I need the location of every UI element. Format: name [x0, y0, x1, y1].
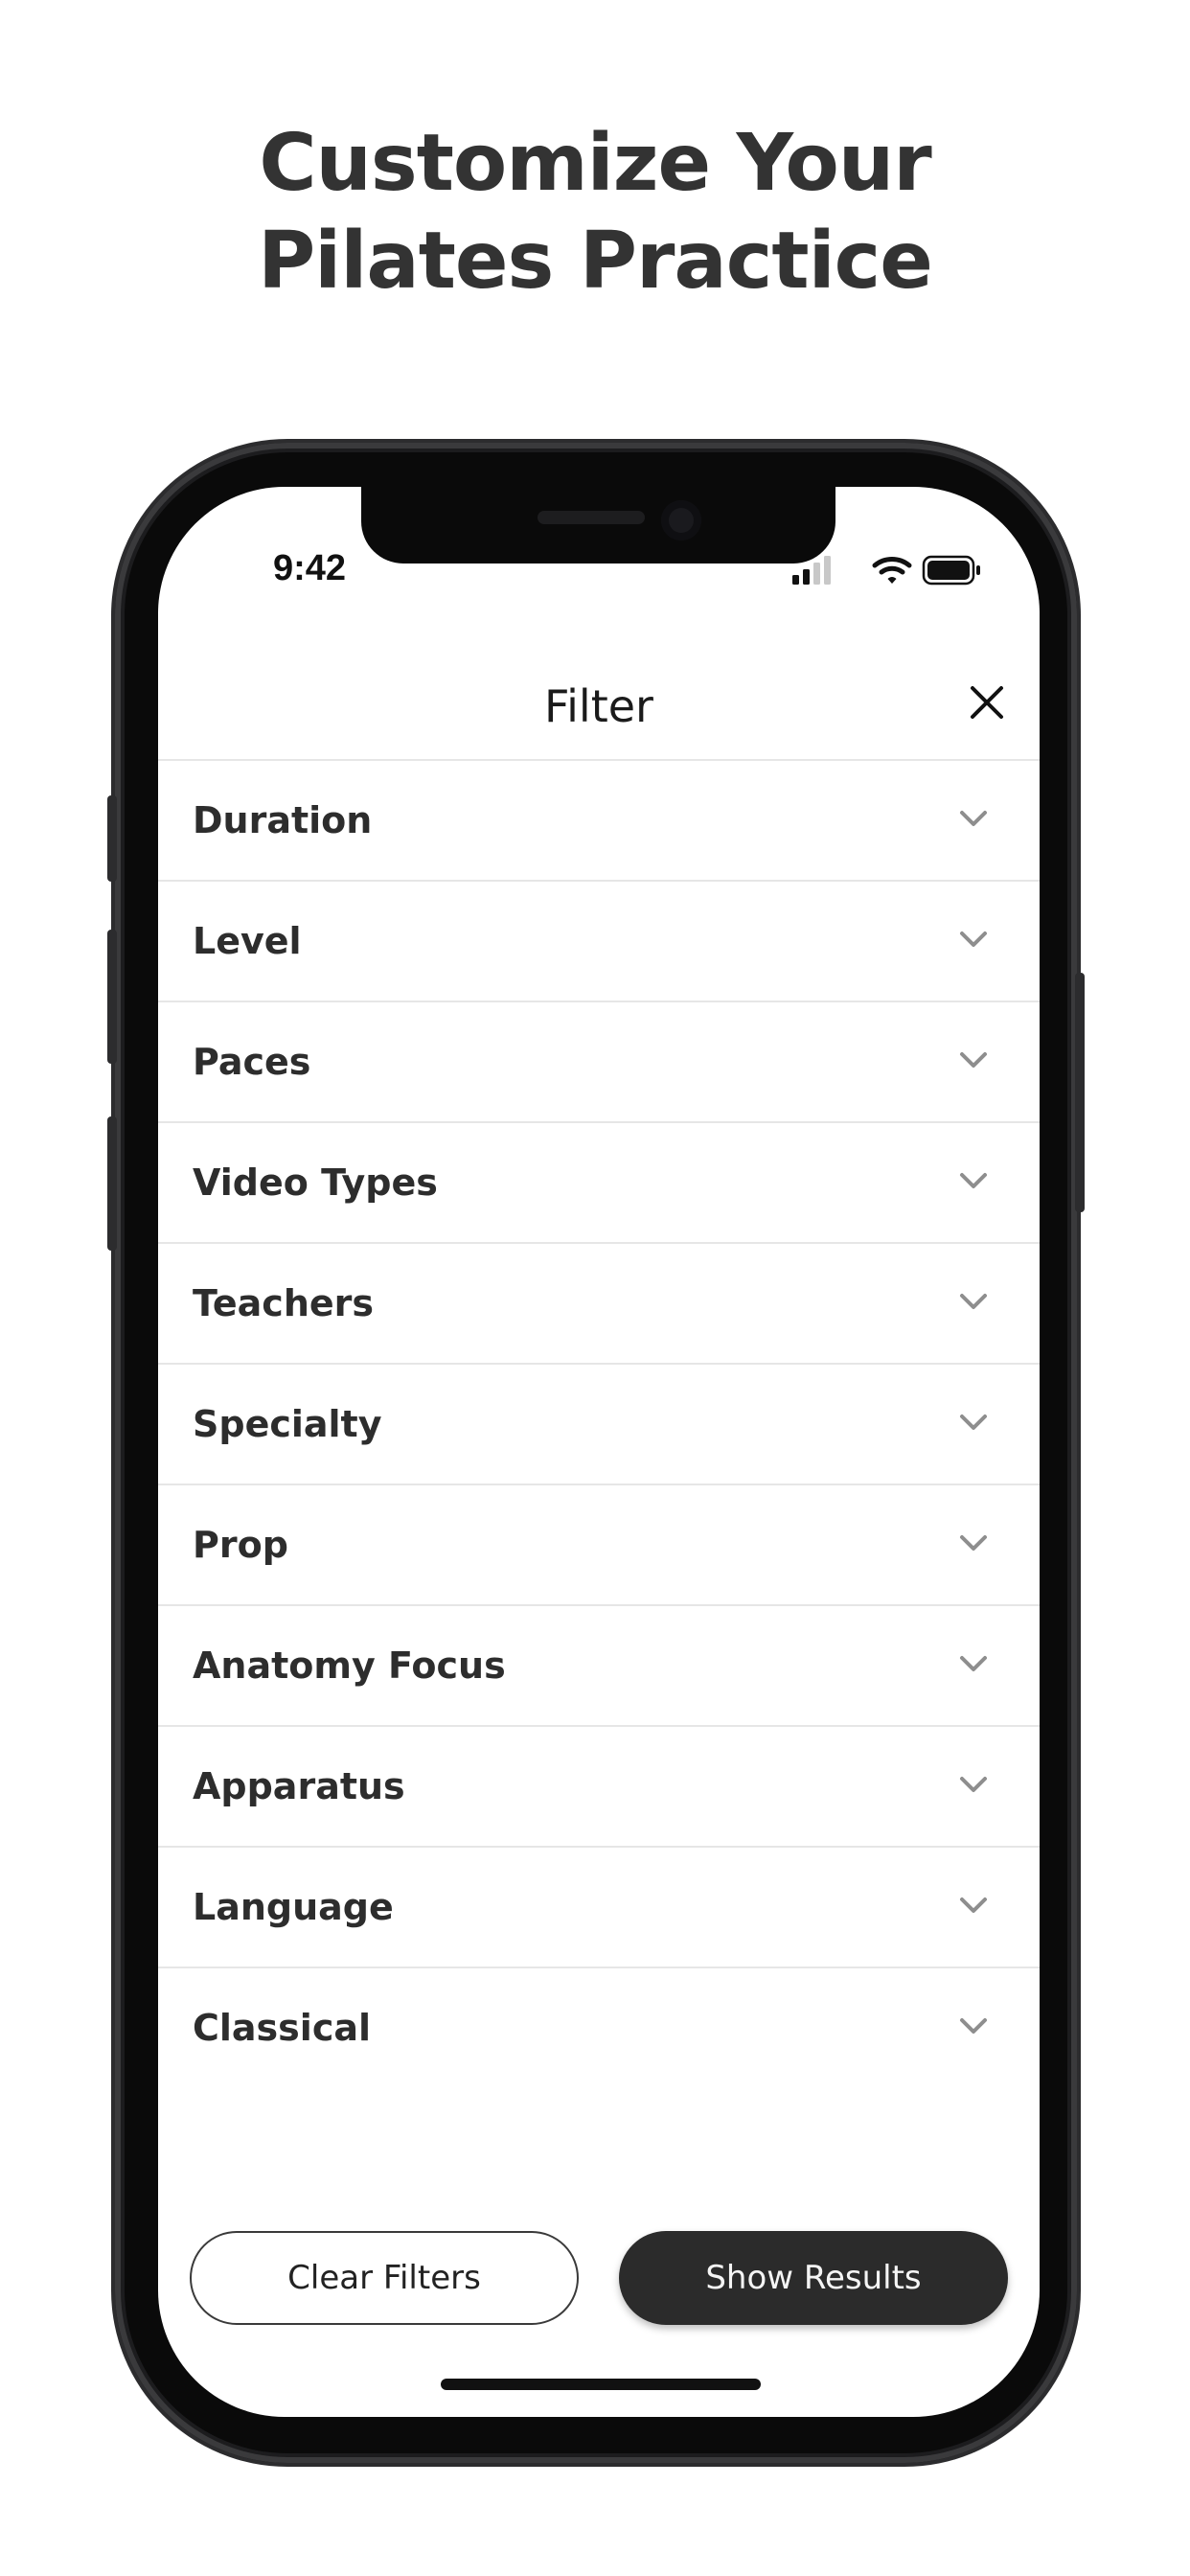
chevron-down-icon [960, 1414, 987, 1430]
chevron-down-icon [960, 1898, 987, 1913]
marketing-headline: Customize Your Pilates Practice [0, 115, 1190, 310]
chevron-down-icon [960, 2018, 987, 2034]
filter-row-label: Anatomy Focus [193, 1644, 506, 1687]
chevron-down-icon [960, 1535, 987, 1551]
chevron-down-icon [960, 811, 987, 826]
phone-screen: 9:42 Filter Duration Level Paces Video Type… [158, 487, 1040, 2417]
filter-row-label: Language [193, 1886, 394, 1928]
home-indicator [441, 2379, 761, 2390]
filter-row-label: Specialty [193, 1403, 382, 1445]
clear-filters-button[interactable]: Clear Filters [190, 2231, 579, 2325]
show-results-button[interactable]: Show Results [619, 2231, 1008, 2325]
filter-row-label: Video Types [193, 1162, 438, 1204]
headline-line-2: Pilates Practice [258, 216, 933, 307]
headline-line-1: Customize Your [259, 118, 931, 209]
chevron-down-icon [960, 932, 987, 947]
battery-icon [922, 555, 980, 586]
chevron-down-icon [960, 1173, 987, 1188]
volume-up-button [107, 930, 117, 1064]
filter-row[interactable]: Classical [158, 1966, 1040, 2087]
chevron-down-icon [960, 1656, 987, 1671]
filter-row[interactable]: Teachers [158, 1242, 1040, 1363]
chevron-down-icon [960, 1052, 987, 1068]
filter-row[interactable]: Prop [158, 1484, 1040, 1604]
filter-row-label: Teachers [193, 1282, 374, 1324]
status-icons [792, 555, 980, 586]
filter-row[interactable]: Paces [158, 1000, 1040, 1121]
speaker-grille [538, 511, 645, 524]
mute-switch [107, 795, 117, 882]
filter-row-label: Duration [193, 799, 373, 841]
chevron-down-icon [960, 1777, 987, 1792]
filter-row-label: Paces [193, 1041, 311, 1083]
signal-icon [792, 556, 831, 585]
close-icon[interactable] [968, 683, 1006, 722]
filter-list: Duration Level Paces Video Types Teachers Spe… [158, 759, 1040, 2087]
page-title: Filter [544, 680, 653, 732]
filter-row[interactable]: Anatomy Focus [158, 1604, 1040, 1725]
filter-row[interactable]: Language [158, 1846, 1040, 1966]
filter-row[interactable]: Video Types [158, 1121, 1040, 1242]
filter-row-label: Apparatus [193, 1765, 405, 1807]
status-time: 9:42 [273, 548, 347, 588]
notch [361, 487, 835, 564]
filter-row-label: Classical [193, 2007, 372, 2049]
volume-down-button [107, 1116, 117, 1251]
wifi-icon [872, 557, 912, 584]
filter-row-label: Prop [193, 1524, 288, 1566]
filter-row[interactable]: Specialty [158, 1363, 1040, 1484]
chevron-down-icon [960, 1294, 987, 1309]
filter-row-label: Level [193, 920, 302, 962]
filter-row[interactable]: Apparatus [158, 1725, 1040, 1846]
filter-row[interactable]: Duration [158, 759, 1040, 880]
power-button [1075, 973, 1085, 1212]
filter-row[interactable]: Level [158, 880, 1040, 1000]
front-camera [661, 500, 701, 540]
